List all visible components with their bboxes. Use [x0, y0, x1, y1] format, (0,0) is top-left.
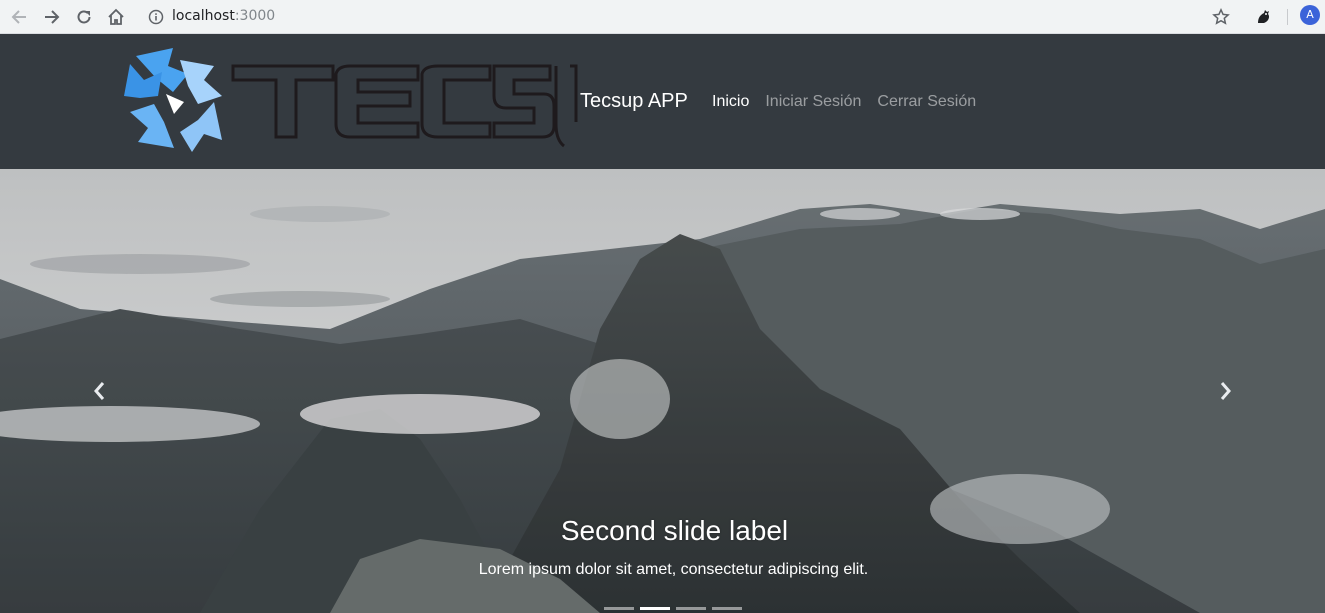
- caption-text: Lorem ipsum dolor sit amet, consectetur …: [478, 561, 869, 578]
- nav-links: Inicio Iniciar Sesión Cerrar Sesión: [712, 92, 984, 112]
- carousel-indicators: [604, 607, 742, 610]
- chevron-left-icon: [94, 382, 105, 400]
- indicator-3[interactable]: [676, 607, 706, 610]
- info-icon[interactable]: [146, 7, 166, 27]
- url-port: :3000: [234, 8, 276, 24]
- browser-toolbar: localhost:3000 A: [0, 0, 1325, 34]
- back-icon[interactable]: [7, 5, 31, 29]
- toolbar-divider: [1287, 9, 1288, 25]
- url-host: localhost: [172, 8, 235, 24]
- logo-arrows-icon: [124, 48, 222, 152]
- nav-link-iniciar-sesion[interactable]: Iniciar Sesión: [757, 92, 869, 112]
- profile-avatar[interactable]: A: [1300, 5, 1320, 25]
- forward-icon[interactable]: [40, 5, 64, 29]
- address-bar[interactable]: localhost:3000: [172, 7, 275, 25]
- indicator-4[interactable]: [712, 607, 742, 610]
- app-navbar: Tecsup APP Inicio Iniciar Sesión Cerrar …: [0, 34, 1325, 169]
- brand-name[interactable]: Tecsup APP: [580, 89, 688, 113]
- indicator-1[interactable]: [604, 607, 634, 610]
- nav-link-inicio[interactable]: Inicio: [712, 92, 757, 112]
- reload-icon[interactable]: [72, 5, 96, 29]
- tecsup-logo[interactable]: [118, 44, 580, 159]
- home-icon[interactable]: [104, 5, 128, 29]
- indicator-2[interactable]: [640, 607, 670, 610]
- extension-icon[interactable]: [1251, 5, 1275, 29]
- caption-title: Second slide label: [560, 515, 789, 546]
- nav-link-cerrar-sesion[interactable]: Cerrar Sesión: [869, 92, 984, 112]
- star-icon[interactable]: [1209, 5, 1233, 29]
- hero-carousel: Second slide label Lorem ipsum dolor sit…: [0, 169, 1325, 613]
- chevron-right-icon: [1220, 382, 1231, 400]
